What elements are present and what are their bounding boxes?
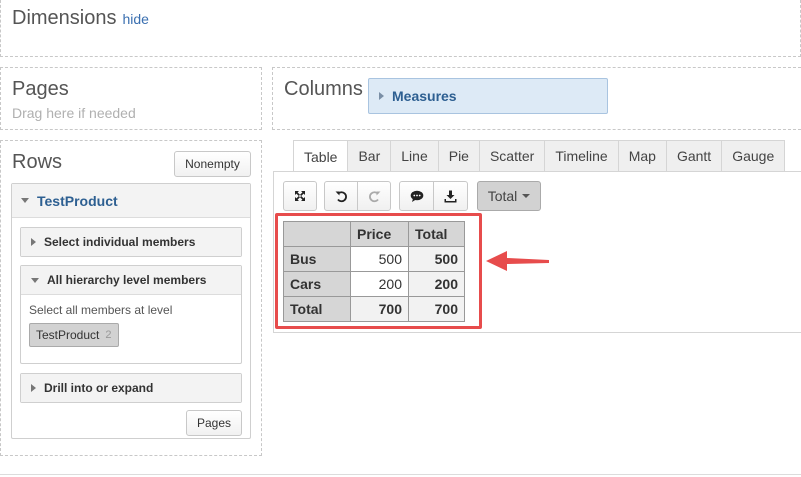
dimensions-panel: Dimensions hide	[0, 0, 801, 57]
select-individual-label: Select individual members	[44, 235, 196, 249]
pages-title: Pages	[12, 78, 69, 100]
hide-link[interactable]: hide	[122, 11, 148, 27]
all-levels-body: Select all members at level TestProduct …	[21, 294, 241, 355]
hierarchy-header[interactable]: TestProduct	[12, 184, 250, 218]
hierarchy-name: TestProduct	[37, 192, 118, 209]
columns-title: Columns	[284, 78, 363, 100]
caret-down-icon	[522, 194, 531, 198]
annotation-arrow-icon	[486, 251, 549, 271]
pages-panel: Pages Drag here if needed	[0, 67, 262, 130]
all-levels-section: All hierarchy level members Select all m…	[20, 265, 242, 364]
measures-chip[interactable]: Measures	[368, 78, 608, 114]
expand-triangle-icon	[379, 92, 384, 100]
dimensions-title-text: Dimensions	[12, 7, 117, 29]
pages-button[interactable]: Pages	[186, 410, 242, 436]
tab-bar[interactable]: Bar	[347, 140, 392, 171]
tab-gauge[interactable]: Gauge	[721, 140, 786, 171]
all-levels-label: All hierarchy level members	[47, 273, 207, 287]
tab-timeline[interactable]: Timeline	[544, 140, 619, 171]
nonempty-button[interactable]: Nonempty	[174, 151, 251, 177]
tab-table[interactable]: Table	[293, 140, 349, 172]
select-individual-section[interactable]: Select individual members	[20, 227, 242, 257]
dimensions-title: Dimensions hide	[12, 7, 149, 30]
pages-hint: Drag here if needed	[12, 105, 136, 121]
hierarchy-box: TestProduct Select individual members Al…	[11, 183, 251, 439]
expand-triangle-icon	[31, 238, 36, 246]
expand-arrows-icon	[295, 191, 305, 201]
tab-scatter[interactable]: Scatter	[478, 140, 546, 171]
level-hint: Select all members at level	[29, 303, 173, 317]
fullscreen-button[interactable]	[283, 181, 317, 211]
undo-icon	[335, 190, 347, 202]
comment-button[interactable]	[399, 181, 434, 211]
drill-header[interactable]: Drill into or expand	[21, 374, 241, 402]
level-chip-label: TestProduct	[36, 328, 100, 342]
tab-pie[interactable]: Pie	[437, 140, 480, 171]
tab-line[interactable]: Line	[390, 140, 439, 171]
collapse-triangle-icon	[21, 198, 29, 203]
redo-button[interactable]	[357, 181, 391, 211]
bottom-divider	[0, 474, 801, 475]
export-button[interactable]	[433, 181, 468, 211]
select-individual-header[interactable]: Select individual members	[21, 228, 241, 256]
total-dropdown[interactable]: Total	[477, 181, 541, 211]
total-dropdown-label: Total	[487, 188, 518, 204]
comment-icon	[410, 190, 423, 202]
tab-gantt[interactable]: Gantt	[665, 140, 723, 171]
collapse-triangle-icon	[31, 277, 39, 283]
measures-label: Measures	[392, 88, 457, 104]
chart-type-tabs: Table Bar Line Pie Scatter Timeline Map …	[293, 140, 786, 172]
download-icon	[444, 190, 457, 202]
rows-title: Rows	[12, 151, 63, 173]
tab-map[interactable]: Map	[617, 140, 667, 171]
highlight-box	[275, 213, 482, 329]
undo-button[interactable]	[324, 181, 358, 211]
level-chip[interactable]: TestProduct 2	[29, 323, 119, 347]
expand-triangle-icon	[31, 384, 36, 392]
level-chip-count: 2	[105, 329, 112, 341]
drill-section[interactable]: Drill into or expand	[20, 373, 242, 403]
redo-icon	[368, 190, 380, 202]
drill-label: Drill into or expand	[44, 381, 154, 395]
all-levels-header[interactable]: All hierarchy level members	[21, 266, 241, 294]
